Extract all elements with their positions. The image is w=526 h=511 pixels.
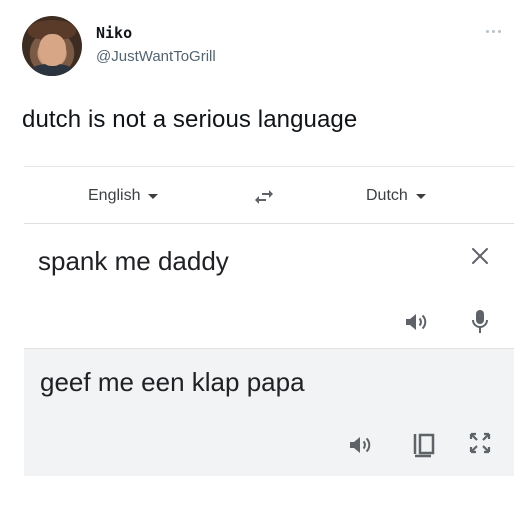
chevron-down-icon: [148, 193, 159, 199]
fullscreen-icon[interactable]: [468, 431, 492, 455]
source-language-select[interactable]: English: [88, 187, 159, 205]
avatar-face: [39, 34, 66, 66]
tweet-header: Niko @JustWantToGrill: [22, 16, 512, 80]
microphone-icon[interactable]: [468, 308, 492, 336]
speaker-icon[interactable]: [348, 433, 374, 457]
tweet-text: dutch is not a serious language: [22, 106, 358, 133]
translation-result-area: geef me een klap papa: [24, 348, 514, 476]
author-name[interactable]: Niko: [96, 24, 132, 42]
translate-card: English Dutch spank me daddy geef me een…: [24, 166, 514, 511]
source-text[interactable]: spank me daddy: [38, 246, 229, 277]
chevron-down-icon: [415, 193, 426, 199]
speaker-icon[interactable]: [404, 310, 430, 334]
more-dots-icon[interactable]: [486, 26, 510, 36]
author-handle[interactable]: @JustWantToGrill: [96, 48, 216, 65]
translated-text: geef me een klap papa: [40, 367, 305, 397]
source-language-label: English: [88, 187, 141, 204]
target-language-label: Dutch: [366, 187, 408, 204]
close-icon[interactable]: [468, 244, 492, 268]
avatar[interactable]: [22, 16, 82, 76]
copy-icon[interactable]: [412, 431, 436, 459]
swap-languages-icon[interactable]: [252, 185, 276, 209]
language-bar: English Dutch: [24, 166, 514, 224]
target-language-select[interactable]: Dutch: [366, 187, 426, 205]
source-text-area[interactable]: spank me daddy: [24, 224, 514, 348]
